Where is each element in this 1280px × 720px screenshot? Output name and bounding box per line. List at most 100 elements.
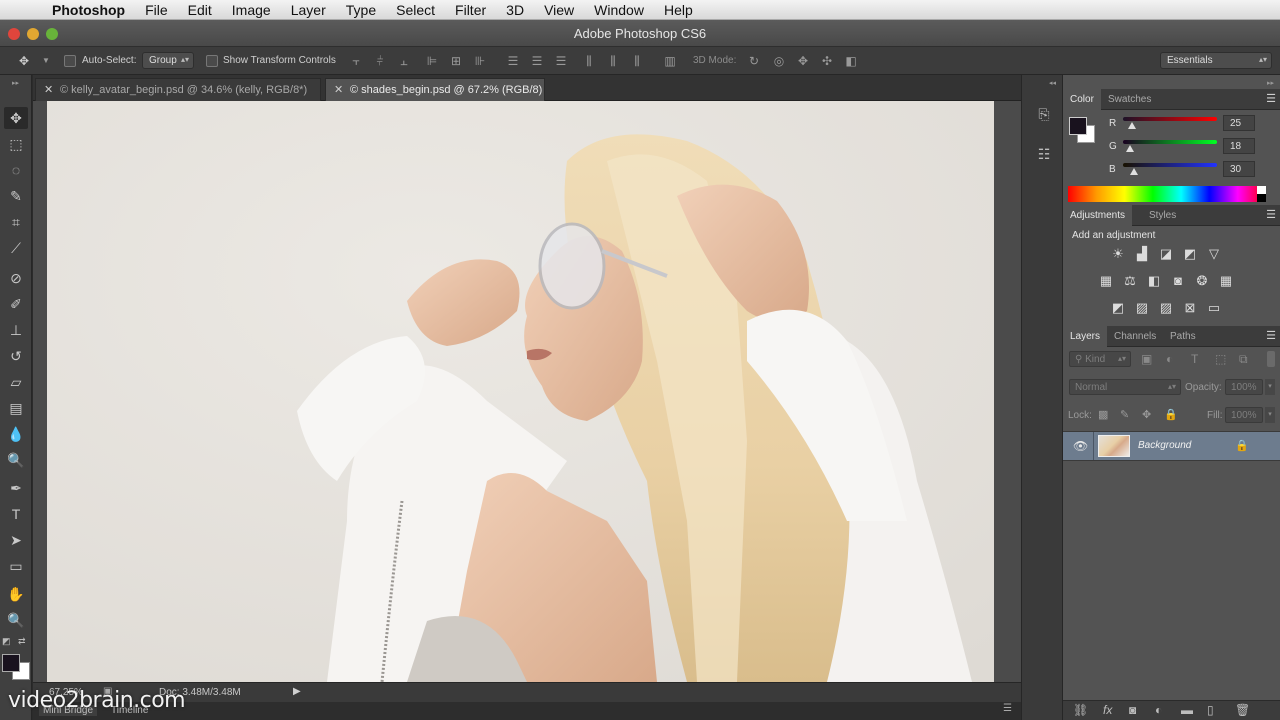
layer-style-fx-icon[interactable]: fx bbox=[1103, 703, 1112, 717]
tab-layers[interactable]: Layers bbox=[1063, 326, 1108, 347]
gradient-map-icon[interactable]: ▭ bbox=[1205, 299, 1223, 317]
channel-mixer-icon[interactable]: ❂ bbox=[1193, 272, 1211, 290]
eraser-tool-icon[interactable]: ▱ bbox=[4, 371, 28, 393]
marquee-tool-icon[interactable]: ⬚ bbox=[4, 133, 28, 155]
menu-edit[interactable]: Edit bbox=[178, 2, 222, 18]
color-lookup-icon[interactable]: ▦ bbox=[1217, 272, 1235, 290]
channel-b-thumb[interactable] bbox=[1130, 168, 1138, 175]
menu-layer[interactable]: Layer bbox=[281, 2, 336, 18]
distribute-right-icon[interactable]: ⫼ bbox=[629, 53, 645, 69]
tab-adjustments[interactable]: Adjustments bbox=[1063, 205, 1133, 226]
fill-field[interactable]: 100% bbox=[1225, 407, 1263, 423]
color-spectrum-ramp[interactable] bbox=[1068, 186, 1266, 202]
channel-r-thumb[interactable] bbox=[1128, 122, 1136, 129]
close-tab-icon[interactable]: ✕ bbox=[334, 83, 343, 96]
distribute-horizontal-center-icon[interactable]: ⫼ bbox=[605, 53, 621, 69]
menu-help[interactable]: Help bbox=[654, 2, 703, 18]
preset-dropdown-arrow-icon[interactable]: ▼ bbox=[38, 53, 54, 69]
3d-pan-icon[interactable]: ✥ bbox=[795, 53, 811, 69]
auto-select-checkbox[interactable] bbox=[64, 55, 76, 67]
lock-transparent-pixels-icon[interactable]: ▩ bbox=[1098, 408, 1108, 421]
filter-adjustment-layers-icon[interactable]: ◐ bbox=[1166, 352, 1173, 366]
filter-shape-layers-icon[interactable]: ⬚ bbox=[1215, 352, 1226, 366]
3d-roll-icon[interactable]: ◎ bbox=[771, 53, 787, 69]
channel-b-value[interactable]: 30 bbox=[1223, 161, 1255, 177]
menu-app-photoshop[interactable]: Photoshop bbox=[48, 2, 135, 18]
foreground-color-swatch[interactable] bbox=[2, 654, 20, 672]
status-menu-arrow-icon[interactable]: ▶ bbox=[293, 686, 301, 697]
align-top-icon[interactable]: ⫟ bbox=[348, 53, 364, 69]
tab-paths[interactable]: Paths bbox=[1163, 326, 1203, 347]
fill-slider-toggle[interactable]: ▾ bbox=[1265, 407, 1275, 423]
hand-tool-icon[interactable]: ✋ bbox=[4, 583, 28, 605]
tab-kelly-avatar[interactable]: ✕ © kelly_avatar_begin.psd @ 34.6% (kell… bbox=[35, 78, 321, 101]
panel-menu-icon[interactable]: ☰ bbox=[1266, 208, 1276, 221]
curves-icon[interactable]: ◪ bbox=[1157, 245, 1175, 263]
channel-g-slider[interactable] bbox=[1123, 140, 1217, 144]
levels-icon[interactable]: ▟ bbox=[1133, 245, 1151, 263]
filter-type-layers-icon[interactable]: T bbox=[1191, 352, 1198, 366]
align-right-icon[interactable]: ⊪ bbox=[472, 53, 488, 69]
menu-image[interactable]: Image bbox=[222, 2, 281, 18]
tab-channels[interactable]: Channels bbox=[1107, 326, 1163, 347]
blend-mode-dropdown[interactable]: Normal ▴▾ bbox=[1069, 379, 1181, 395]
opacity-slider-toggle[interactable]: ▾ bbox=[1265, 379, 1275, 395]
menu-view[interactable]: View bbox=[534, 2, 584, 18]
workspace-switcher-dropdown[interactable]: Essentials ▴▾ bbox=[1160, 52, 1272, 69]
hue-saturation-icon[interactable]: ▦ bbox=[1097, 272, 1115, 290]
distribute-bottom-icon[interactable]: ☰ bbox=[553, 53, 569, 69]
selective-color-icon[interactable]: ⊠ bbox=[1181, 299, 1199, 317]
channel-g-thumb[interactable] bbox=[1126, 145, 1134, 152]
collapse-dock-icon[interactable]: ◂◂ bbox=[1049, 79, 1056, 87]
black-white-icon[interactable]: ◧ bbox=[1145, 272, 1163, 290]
align-horizontal-center-icon[interactable]: ⊞ bbox=[448, 53, 464, 69]
channel-g-value[interactable]: 18 bbox=[1223, 138, 1255, 154]
lasso-tool-icon[interactable]: ◌ bbox=[4, 159, 28, 181]
crop-tool-icon[interactable]: ⌗ bbox=[4, 211, 28, 233]
3d-scale-icon[interactable]: ◧ bbox=[843, 53, 859, 69]
lock-image-pixels-icon[interactable]: ✎ bbox=[1120, 408, 1129, 421]
layer-row[interactable]: 👁 Background 🔒 bbox=[1063, 431, 1280, 461]
3d-slide-icon[interactable]: ✣ bbox=[819, 53, 835, 69]
posterize-icon[interactable]: ▨ bbox=[1133, 299, 1151, 317]
collapse-panels-icon[interactable]: ▸▸ bbox=[1267, 79, 1274, 87]
menu-filter[interactable]: Filter bbox=[445, 2, 496, 18]
color-foreground-swatch[interactable] bbox=[1069, 117, 1087, 135]
move-tool-preset-icon[interactable]: ✥ bbox=[16, 53, 32, 69]
distribute-left-icon[interactable]: ⫼ bbox=[581, 53, 597, 69]
zoom-tool-icon[interactable]: 🔍 bbox=[4, 609, 28, 631]
channel-r-slider[interactable] bbox=[1123, 117, 1217, 121]
delete-layer-icon[interactable]: 🗑 bbox=[1235, 703, 1250, 717]
pen-tool-icon[interactable]: ✒ bbox=[4, 477, 28, 499]
rectangle-tool-icon[interactable]: ▭ bbox=[4, 555, 28, 577]
quick-selection-tool-icon[interactable]: ✎ bbox=[4, 185, 28, 207]
show-transform-controls-checkbox[interactable] bbox=[206, 55, 218, 67]
brightness-contrast-icon[interactable]: ☀ bbox=[1109, 245, 1127, 263]
path-selection-tool-icon[interactable]: ➤ bbox=[4, 529, 28, 551]
lock-all-icon[interactable]: 🔒 bbox=[1164, 408, 1178, 421]
opacity-field[interactable]: 100% bbox=[1225, 379, 1263, 395]
gradient-tool-icon[interactable]: ▤ bbox=[4, 397, 28, 419]
tab-shades-begin[interactable]: ✕ © shades_begin.psd @ 67.2% (RGB/8) bbox=[325, 78, 545, 101]
lock-position-icon[interactable]: ✥ bbox=[1142, 408, 1151, 421]
type-tool-icon[interactable]: T bbox=[4, 503, 28, 525]
vibrance-icon[interactable]: ▽ bbox=[1205, 245, 1223, 263]
document-canvas[interactable] bbox=[47, 101, 994, 682]
spectrum-black-chip[interactable] bbox=[1257, 194, 1266, 202]
clone-stamp-tool-icon[interactable]: ⊥ bbox=[4, 319, 28, 341]
history-panel-icon[interactable]: ⎘ bbox=[1033, 103, 1055, 125]
tab-color[interactable]: Color bbox=[1063, 89, 1101, 110]
filter-pixel-layers-icon[interactable]: ▣ bbox=[1141, 352, 1152, 366]
new-adjustment-layer-icon[interactable]: ◐ bbox=[1155, 703, 1162, 717]
link-layers-icon[interactable]: ⛓ bbox=[1073, 703, 1088, 717]
move-tool-icon[interactable]: ✥ bbox=[4, 107, 28, 129]
filter-smart-objects-icon[interactable]: ⧉ bbox=[1239, 352, 1248, 367]
add-mask-icon[interactable]: ◙ bbox=[1129, 703, 1136, 717]
panel-menu-icon[interactable]: ☰ bbox=[1003, 703, 1012, 714]
color-balance-icon[interactable]: ⚖ bbox=[1121, 272, 1139, 290]
menu-3d[interactable]: 3D bbox=[496, 2, 534, 18]
history-brush-tool-icon[interactable]: ↺ bbox=[4, 345, 28, 367]
brush-tool-icon[interactable]: ✐ bbox=[4, 293, 28, 315]
default-colors-icon[interactable]: ◩ bbox=[2, 636, 11, 647]
swap-colors-icon[interactable]: ⇄ bbox=[18, 636, 26, 647]
